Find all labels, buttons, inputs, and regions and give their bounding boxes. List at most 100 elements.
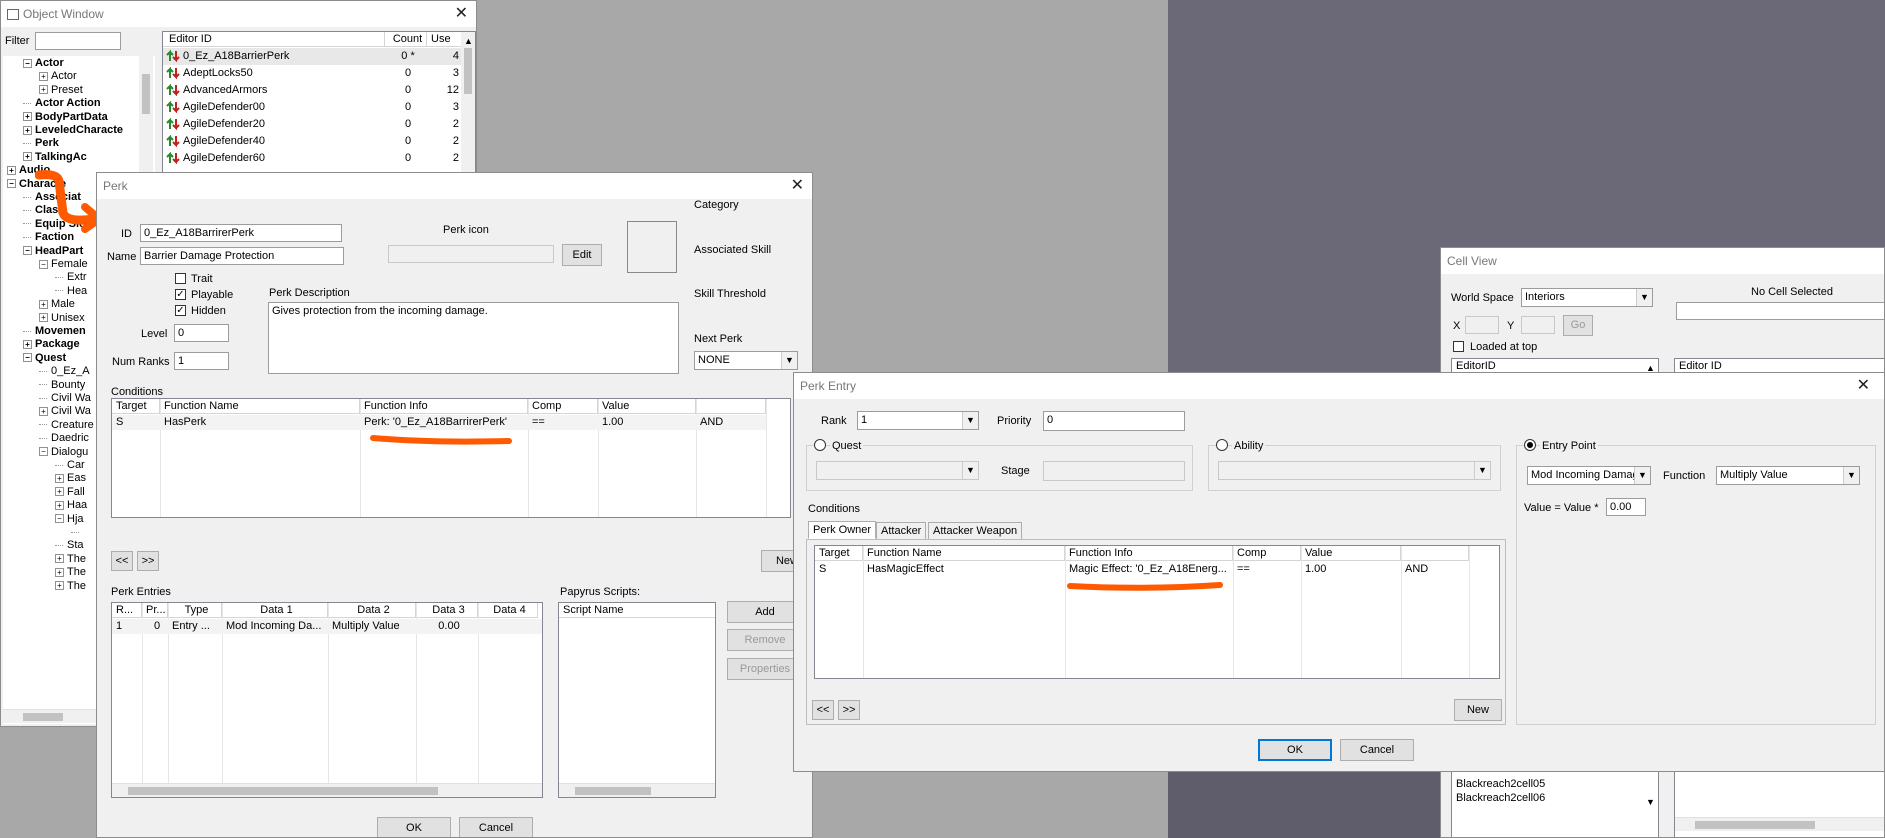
tab-attacker-weapon[interactable]: Attacker Weapon	[928, 522, 1023, 540]
object-list[interactable]: Editor ID Count Use 0_Ez_A18BarrierPerk 0…	[162, 31, 476, 177]
close-icon[interactable]: ✕	[1857, 373, 1870, 399]
next-perk-select[interactable]: NONE ▼	[694, 351, 798, 370]
table-row[interactable]: AdeptLocks50 0 3	[163, 65, 461, 82]
table-row[interactable]: AgileDefender00 0 3	[163, 99, 461, 116]
close-icon[interactable]: ✕	[455, 1, 468, 27]
edit-icon-button[interactable]: Edit	[562, 244, 602, 266]
tree-item[interactable]: Car	[55, 459, 85, 472]
tree-item[interactable]: − HeadPart	[23, 245, 83, 258]
table-row[interactable]: S HasMagicEffect Magic Effect: '0_Ez_A18…	[815, 562, 1499, 577]
col-rank[interactable]: R...	[112, 603, 142, 618]
tree-scrollbar[interactable]	[139, 56, 153, 176]
col-function-info[interactable]: Function Info	[360, 399, 528, 414]
tree-item[interactable]: Bounty	[39, 379, 85, 392]
table-row[interactable]: AgileDefender40 0 2	[163, 133, 461, 150]
function-select[interactable]: Multiply Value ▼	[1716, 466, 1860, 485]
chevron-down-icon[interactable]: ▼	[1634, 467, 1650, 484]
expand-icon[interactable]: +	[23, 112, 32, 122]
prev-condition-button[interactable]: <<	[111, 551, 133, 571]
pe-new-button[interactable]: New	[1454, 699, 1502, 721]
ability-radio[interactable]	[1216, 439, 1228, 451]
chevron-down-icon[interactable]: ▼	[962, 412, 978, 429]
collapse-icon[interactable]: −	[39, 447, 48, 457]
entries-hscrollbar[interactable]	[112, 783, 542, 797]
tree-item[interactable]: Hea	[55, 285, 87, 298]
playable-checkbox[interactable]: ✓	[175, 289, 186, 300]
rank-select[interactable]: 1 ▼	[857, 411, 979, 430]
collapse-icon[interactable]: −	[23, 246, 32, 256]
col-data4[interactable]: Data 4	[478, 603, 538, 618]
trait-checkbox[interactable]	[175, 273, 186, 284]
tree-item[interactable]: + TalkingAc	[23, 151, 87, 164]
priority-input[interactable]: 0	[1043, 411, 1185, 431]
tree-item[interactable]: + Preset	[39, 84, 83, 97]
cancel-button[interactable]: Cancel	[459, 817, 533, 837]
col-op[interactable]	[696, 399, 766, 414]
ok-button[interactable]: OK	[377, 817, 451, 837]
expand-icon[interactable]: +	[39, 406, 48, 416]
expand-icon[interactable]: +	[23, 125, 32, 135]
col-priority[interactable]: Pr...	[142, 603, 168, 618]
pe-ok-button[interactable]: OK	[1258, 739, 1332, 761]
num-ranks-input[interactable]: 1	[174, 352, 229, 370]
expand-icon[interactable]: +	[23, 339, 32, 349]
tree-item[interactable]: − Quest	[23, 352, 66, 365]
table-row[interactable]: AgileDefender60 0 2	[163, 150, 461, 167]
expand-icon[interactable]: +	[39, 85, 48, 95]
collapse-icon[interactable]: −	[39, 259, 48, 269]
col-value[interactable]: Value	[1301, 546, 1401, 561]
scripts-hscrollbar[interactable]	[559, 783, 715, 797]
tree-item[interactable]: Movemen	[23, 325, 86, 338]
col-data2[interactable]: Data 2	[328, 603, 416, 618]
tree-item[interactable]: Actor Action	[23, 97, 101, 110]
world-space-select[interactable]: Interiors ▼	[1521, 288, 1653, 307]
add-script-button[interactable]: Add	[727, 601, 803, 623]
chevron-down-icon[interactable]: ▼	[1843, 467, 1859, 484]
desc-textarea[interactable]: Gives protection from the incoming damag…	[268, 302, 679, 374]
table-row[interactable]: S HasPerk Perk: '0_Ez_A18BarrirerPerk' =…	[112, 415, 766, 430]
properties-button[interactable]: Properties	[727, 658, 803, 680]
tree-item[interactable]: + Male	[39, 298, 75, 311]
pe-conditions-table[interactable]: Target Function Name Function Info Comp …	[814, 545, 1500, 679]
perk-entry-titlebar[interactable]: Perk Entry ✕	[794, 373, 1884, 399]
expand-icon[interactable]: +	[55, 500, 64, 510]
next-condition-button[interactable]: >>	[137, 551, 159, 571]
tree-item[interactable]: + Haa	[55, 499, 87, 512]
col-comp[interactable]: Comp	[528, 399, 598, 414]
tab-perk-owner[interactable]: Perk Owner	[808, 521, 877, 539]
pe-next-button[interactable]: >>	[838, 700, 860, 720]
collapse-icon[interactable]: −	[23, 58, 32, 68]
col-comp[interactable]: Comp	[1233, 546, 1301, 561]
quest-select[interactable]: ▼	[816, 461, 979, 480]
chevron-down-icon[interactable]: ▼	[962, 462, 978, 479]
tree-item[interactable]: + BodyPartData	[23, 111, 108, 124]
tree-item[interactable]: + Unisex	[39, 312, 85, 325]
value-multiplier-input[interactable]: 0.00	[1606, 498, 1646, 516]
scroll-up-icon[interactable]: ▲	[464, 34, 473, 48]
col-type[interactable]: Type	[168, 603, 222, 618]
tree-item[interactable]: − Dialogu	[39, 446, 88, 459]
perk-titlebar[interactable]: Perk ✕	[97, 173, 812, 199]
col-editor-id[interactable]: Editor ID	[163, 32, 385, 47]
expand-icon[interactable]: +	[55, 487, 64, 497]
tree-item[interactable]: Daedric	[39, 432, 89, 445]
remove-script-button[interactable]: Remove	[727, 629, 803, 651]
go-button[interactable]: Go	[1563, 315, 1593, 336]
close-icon[interactable]: ✕	[791, 173, 804, 199]
pe-prev-button[interactable]: <<	[812, 700, 834, 720]
col-data1[interactable]: Data 1	[222, 603, 328, 618]
perk-conditions-table[interactable]: Target Function Name Function Info Comp …	[111, 398, 791, 518]
cell-search-input[interactable]	[1676, 302, 1884, 320]
col-data3[interactable]: Data 3	[416, 603, 478, 618]
cell-hscrollbar[interactable]	[1675, 817, 1884, 831]
hidden-checkbox[interactable]: ✓	[175, 305, 186, 316]
tree-item[interactable]: + Package	[23, 338, 80, 351]
x-input[interactable]	[1465, 316, 1499, 334]
list-item[interactable]: Blackreach2cell06	[1452, 791, 1642, 806]
col-op[interactable]	[1401, 546, 1469, 561]
tree-item[interactable]: Perk	[23, 137, 59, 150]
tree-item[interactable]: + Civil Wa	[39, 405, 91, 418]
y-input[interactable]	[1521, 316, 1555, 334]
col-count[interactable]: Count	[385, 32, 427, 47]
quest-radio[interactable]	[814, 439, 826, 451]
